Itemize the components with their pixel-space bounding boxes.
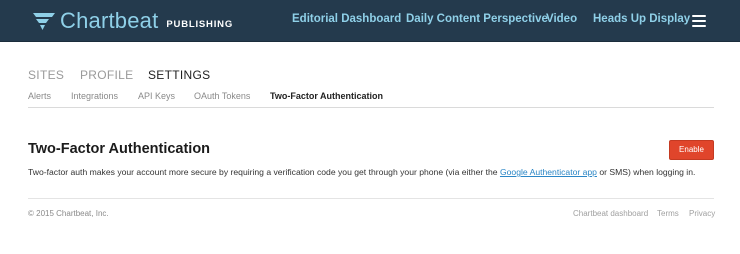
subtab-api-keys[interactable]: API Keys [138,91,175,101]
subtab-integrations[interactable]: Integrations [71,91,118,101]
nav-editorial-dashboard[interactable]: Editorial Dashboard [292,13,401,25]
tabs-divider [28,107,714,108]
footer-link-terms[interactable]: Terms [657,209,679,218]
subtab-oauth-tokens[interactable]: OAuth Tokens [194,91,250,101]
footer-link-privacy[interactable]: Privacy [689,209,715,218]
enable-button[interactable]: Enable [669,140,714,160]
google-authenticator-link[interactable]: Google Authenticator app [500,167,597,177]
brand[interactable]: Chartbeat PUBLISHING [32,8,233,34]
tab-profile[interactable]: PROFILE [80,68,133,82]
chartbeat-logo-icon [33,13,55,30]
description-text: Two-factor auth makes your account more … [28,167,500,177]
footer-divider [28,198,714,199]
tab-sites[interactable]: SITES [28,68,64,82]
subtab-alerts[interactable]: Alerts [28,91,51,101]
brand-name: Chartbeat [60,8,159,33]
nav-heads-up-display[interactable]: Heads Up Display [593,13,690,25]
copyright: © 2015 Chartbeat, Inc. [28,209,109,218]
nav-video[interactable]: Video [546,13,577,25]
section-description: Two-factor auth makes your account more … [28,167,728,177]
nav-daily-content-perspective[interactable]: Daily Content Perspective [406,13,548,25]
hamburger-menu-icon[interactable] [692,15,706,27]
footer-link-chartbeat-dashboard[interactable]: Chartbeat dashboard [573,209,648,218]
description-text-end: or SMS) when logging in. [596,167,696,177]
tab-settings[interactable]: SETTINGS [148,68,210,82]
section-title: Two-Factor Authentication [28,141,211,157]
brand-subtitle: PUBLISHING [166,19,234,30]
top-header: Chartbeat PUBLISHING Editorial Dashboard… [0,0,740,42]
subtab-two-factor-authentication[interactable]: Two-Factor Authentication [270,91,383,101]
